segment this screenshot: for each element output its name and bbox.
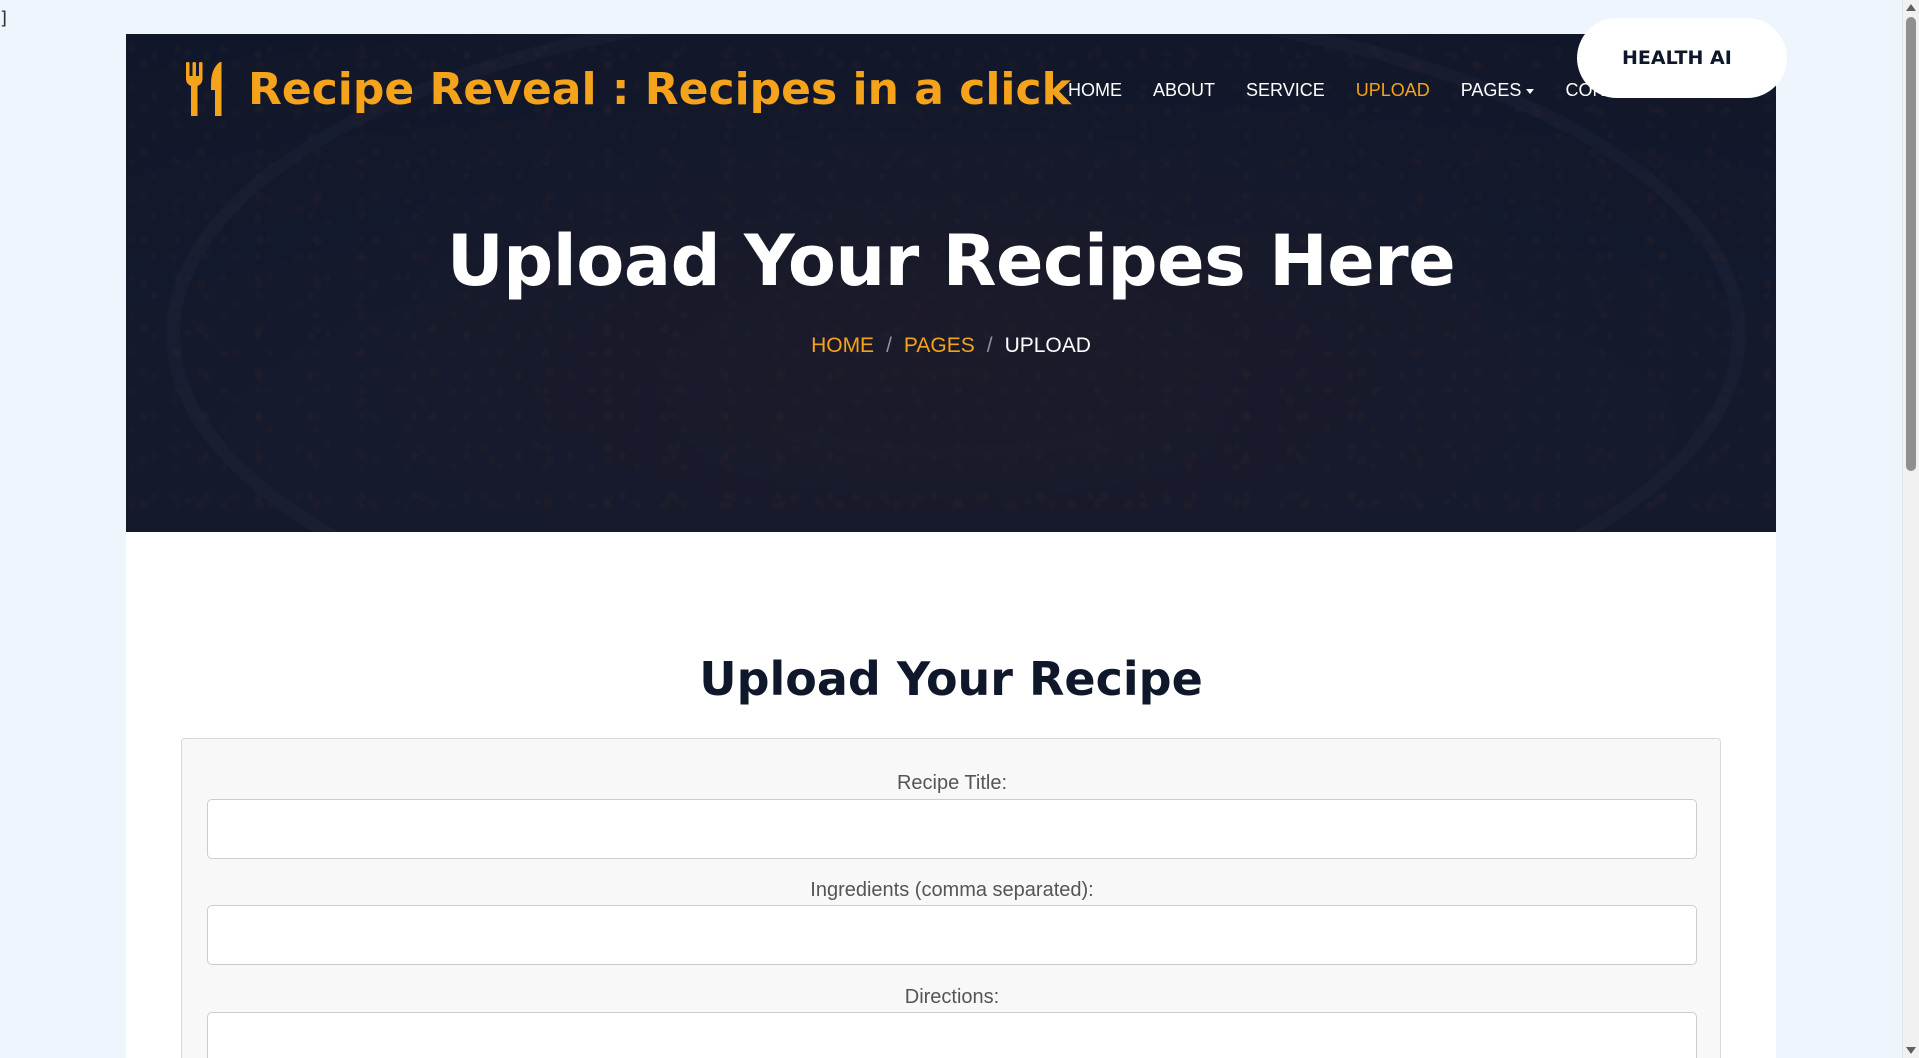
scroll-down-arrow-icon[interactable] xyxy=(1906,1047,1916,1054)
nav-upload[interactable]: UPLOAD xyxy=(1356,80,1430,101)
nav-upload-label: UPLOAD xyxy=(1355,80,1430,100)
hero-title: Upload Your Recipes Here xyxy=(446,220,1456,302)
directions-input[interactable] xyxy=(207,1012,1697,1058)
breadcrumb-separator: / xyxy=(986,334,993,357)
ingredients-input[interactable] xyxy=(207,905,1697,965)
breadcrumb-home[interactable]: HOME xyxy=(811,334,874,358)
recipe-title-input[interactable] xyxy=(207,799,1697,859)
breadcrumb: HOME / PAGES / UPLOAD xyxy=(126,334,1776,358)
utensils-icon xyxy=(184,60,230,118)
nav-pages-dropdown[interactable]: PAGES xyxy=(1461,80,1535,101)
page-scrollbar[interactable] xyxy=(1902,0,1919,1058)
upload-form: Recipe Title: Ingredients (comma separat… xyxy=(181,738,1721,1058)
hero-section: Recipe Reveal : Recipes in a click HOME … xyxy=(126,34,1776,532)
scroll-up-arrow-icon[interactable] xyxy=(1906,4,1916,11)
nav-about[interactable]: ABOUT xyxy=(1153,80,1215,101)
page-container: Recipe Reveal : Recipes in a click HOME … xyxy=(126,34,1776,1058)
breadcrumb-separator: / xyxy=(886,334,892,357)
brand-name: Recipe Reveal : Recipes in a click xyxy=(248,63,1071,115)
brand-logo[interactable]: Recipe Reveal : Recipes in a click xyxy=(184,60,1071,118)
stray-bracket-text: ] xyxy=(0,8,8,29)
breadcrumb-pages[interactable]: PAGES xyxy=(904,334,975,358)
nav-service-label: SERVICE xyxy=(1246,80,1325,100)
nav-pages-label: PAGES xyxy=(1460,80,1522,100)
scroll-thumb[interactable] xyxy=(1906,17,1916,471)
health-ai-button[interactable]: HEALTH AI xyxy=(1577,18,1787,98)
directions-label: Directions: xyxy=(904,986,1000,1008)
navbar: Recipe Reveal : Recipes in a click HOME … xyxy=(126,34,1776,150)
nav-home[interactable]: HOME xyxy=(1068,80,1122,101)
breadcrumb-current: UPLOAD xyxy=(1004,334,1091,357)
caret-down-icon xyxy=(1526,89,1535,94)
ingredients-label: Ingredients (comma separated): xyxy=(810,879,1094,901)
nav-home-label: HOME xyxy=(1068,80,1122,100)
form-section-title: Upload Your Recipe xyxy=(699,652,1203,706)
recipe-title-label: Recipe Title: xyxy=(896,772,1008,794)
nav-service[interactable]: SERVICE xyxy=(1246,80,1325,101)
nav-about-label: ABOUT xyxy=(1153,80,1216,100)
